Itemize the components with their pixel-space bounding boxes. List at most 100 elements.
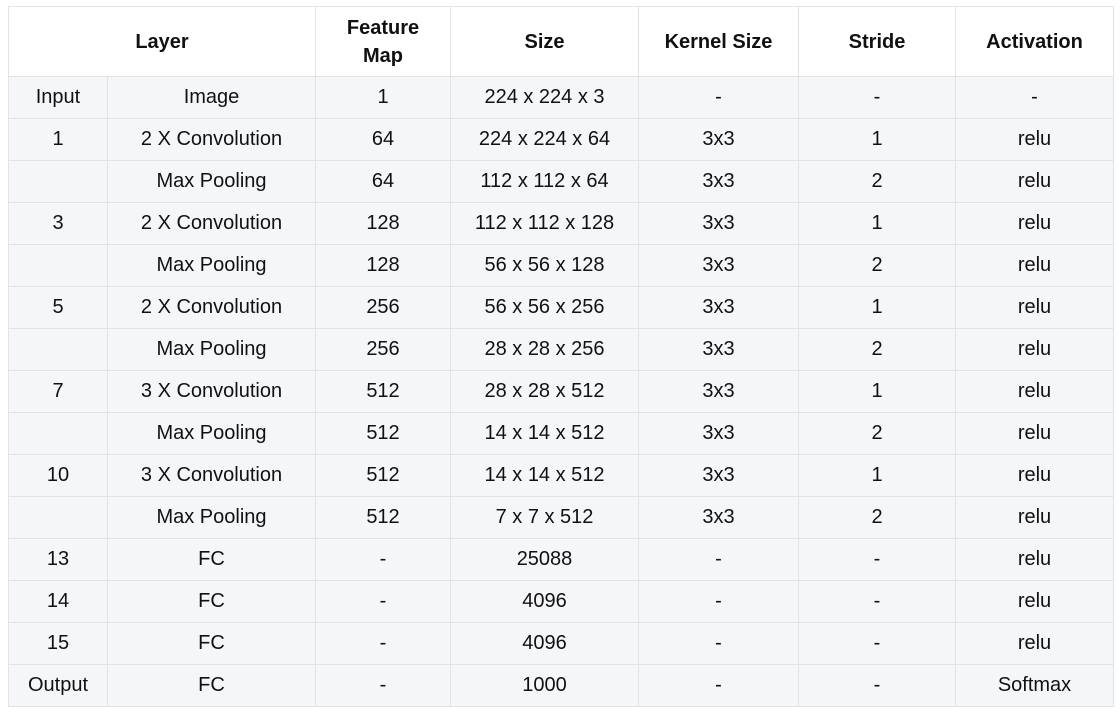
- cell-layer-index: 1: [8, 118, 108, 161]
- cell-activation: relu: [955, 118, 1114, 161]
- cell-layer-type: 3 X Convolution: [107, 454, 316, 497]
- cell-kernel-size: -: [638, 664, 799, 707]
- table-row: Output FC -1000- - Softmax: [8, 664, 1114, 707]
- header-layer: Layer: [8, 6, 316, 77]
- cell-layer-type: 2 X Convolution: [107, 118, 316, 161]
- cell-activation: relu: [955, 286, 1114, 329]
- cell-layer-type: Max Pooling: [107, 412, 316, 455]
- cell-activation: relu: [955, 328, 1114, 371]
- cell-kernel-size: 3x3: [638, 244, 799, 287]
- cell-kernel-size: 3x3: [638, 370, 799, 413]
- cell-stride: 2: [798, 328, 956, 371]
- cell-activation: relu: [955, 496, 1114, 539]
- cell-size: 112 x 112 x 128: [450, 202, 639, 245]
- header-size: Size: [450, 6, 639, 77]
- cell-activation: -: [955, 76, 1114, 119]
- cell-feature-map: 256: [315, 286, 451, 329]
- cell-size: 14 x 14 x 512: [450, 412, 639, 455]
- cell-activation: relu: [955, 580, 1114, 623]
- table-row: 13 FC -25088- - relu: [8, 538, 1114, 581]
- table-row: 52 X Convolution 256 56 x 56 x 256 3x3 1 relu: [8, 286, 1114, 329]
- cell-feature-map: 512: [315, 496, 451, 539]
- cell-stride: -: [798, 622, 956, 665]
- cell-feature-map: -: [315, 580, 451, 623]
- cell-kernel-size: 3x3: [638, 328, 799, 371]
- cell-stride: -: [798, 538, 956, 581]
- cell-activation: relu: [955, 622, 1114, 665]
- cell-layer-index: [8, 160, 108, 203]
- cell-kernel-size: 3x3: [638, 454, 799, 497]
- cell-feature-map: -: [315, 664, 451, 707]
- cell-activation: relu: [955, 160, 1114, 203]
- cell-activation: relu: [955, 244, 1114, 287]
- table-row: 32 X Convolution 128 112 x 112 x 128 3x3 1 re…: [8, 202, 1114, 245]
- cell-kernel-size: 3x3: [638, 286, 799, 329]
- cell-size: 224 x 224 x 3: [450, 76, 639, 119]
- cell-activation: relu: [955, 370, 1114, 413]
- cell-layer-type: FC: [107, 664, 316, 707]
- cell-kernel-size: 3x3: [638, 202, 799, 245]
- cell-activation: Softmax: [955, 664, 1114, 707]
- header-row: Layer Feature Map Size Kernel Size Strid…: [8, 6, 1114, 77]
- cell-stride: 2: [798, 244, 956, 287]
- cell-size: 4096: [450, 580, 639, 623]
- cell-layer-index: [8, 244, 108, 287]
- header-feature-map: Feature Map: [315, 6, 451, 77]
- cell-size: 14 x 14 x 512: [450, 454, 639, 497]
- cell-layer-index: 7: [8, 370, 108, 413]
- cell-size: 28 x 28 x 256: [450, 328, 639, 371]
- cell-size: 25088: [450, 538, 639, 581]
- cell-feature-map: -: [315, 622, 451, 665]
- cell-layer-index: 14: [8, 580, 108, 623]
- vgg-architecture-table: Layer Feature Map Size Kernel Size Strid…: [8, 6, 1114, 707]
- table-row: Max Pooling 512 7 x 7 x 512 3x3 2 relu: [8, 496, 1114, 539]
- cell-size: 28 x 28 x 512: [450, 370, 639, 413]
- table-row: 73 X Convolution 512 28 x 28 x 512 3x3 1 relu: [8, 370, 1114, 413]
- cell-layer-index: Input: [8, 76, 108, 119]
- cell-kernel-size: 3x3: [638, 118, 799, 161]
- cell-stride: 1: [798, 370, 956, 413]
- cell-layer-type: 2 X Convolution: [107, 286, 316, 329]
- cell-layer-index: 3: [8, 202, 108, 245]
- cell-feature-map: 512: [315, 454, 451, 497]
- table-row: Max Pooling 256 28 x 28 x 256 3x3 2 relu: [8, 328, 1114, 371]
- cell-stride: 1: [798, 454, 956, 497]
- cell-feature-map: 128: [315, 202, 451, 245]
- cell-stride: 2: [798, 496, 956, 539]
- cell-feature-map: 512: [315, 370, 451, 413]
- cell-layer-type: Max Pooling: [107, 244, 316, 287]
- cell-kernel-size: -: [638, 580, 799, 623]
- cell-layer-index: [8, 496, 108, 539]
- cell-feature-map: 128: [315, 244, 451, 287]
- header-stride: Stride: [798, 6, 956, 77]
- table-row: Max Pooling 512 14 x 14 x 512 3x3 2 relu: [8, 412, 1114, 455]
- cell-stride: -: [798, 664, 956, 707]
- cell-stride: -: [798, 76, 956, 119]
- cell-layer-type: 2 X Convolution: [107, 202, 316, 245]
- cell-layer-index: 13: [8, 538, 108, 581]
- cell-layer-type: Max Pooling: [107, 496, 316, 539]
- cell-layer-type: 3 X Convolution: [107, 370, 316, 413]
- cell-feature-map: 1: [315, 76, 451, 119]
- cell-feature-map: -: [315, 538, 451, 581]
- cell-stride: -: [798, 580, 956, 623]
- cell-stride: 1: [798, 118, 956, 161]
- cell-kernel-size: -: [638, 538, 799, 581]
- cell-layer-type: Max Pooling: [107, 328, 316, 371]
- cell-kernel-size: -: [638, 622, 799, 665]
- cell-kernel-size: 3x3: [638, 496, 799, 539]
- cell-layer-type: Max Pooling: [107, 160, 316, 203]
- cell-layer-index: [8, 328, 108, 371]
- cell-activation: relu: [955, 454, 1114, 497]
- table-row: 15 FC -4096- - relu: [8, 622, 1114, 665]
- header-kernel-size: Kernel Size: [638, 6, 799, 77]
- cell-layer-index: 5: [8, 286, 108, 329]
- cell-size: 1000: [450, 664, 639, 707]
- cell-size: 112 x 112 x 64: [450, 160, 639, 203]
- table-row: 14 FC -4096- - relu: [8, 580, 1114, 623]
- cell-kernel-size: -: [638, 76, 799, 119]
- cell-feature-map: 256: [315, 328, 451, 371]
- cell-stride: 1: [798, 202, 956, 245]
- cell-layer-index: [8, 412, 108, 455]
- cell-size: 7 x 7 x 512: [450, 496, 639, 539]
